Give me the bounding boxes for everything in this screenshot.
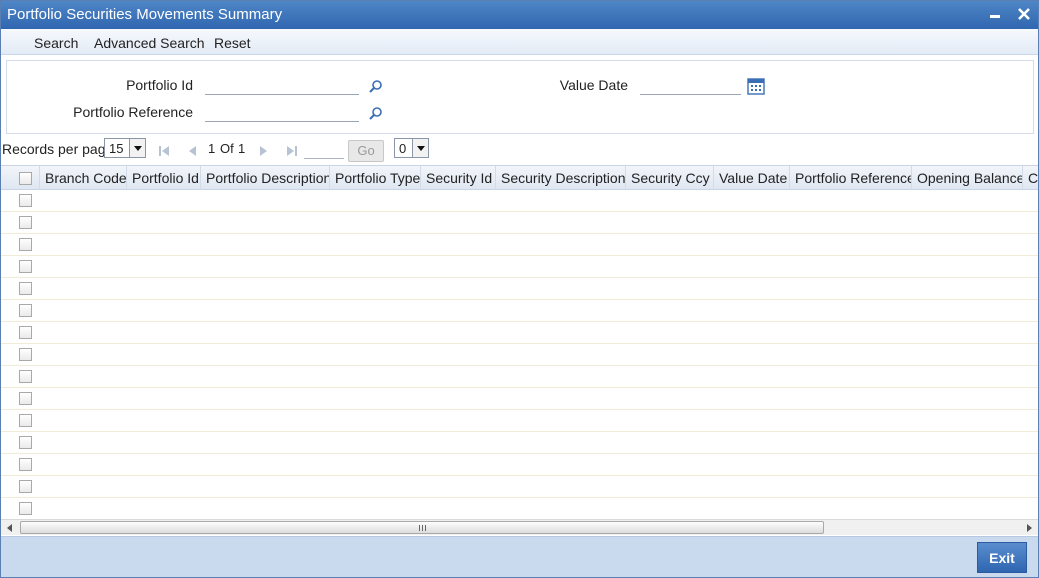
results-grid: Branch Code Portfolio Id Portfolio Descr… bbox=[1, 165, 1038, 519]
of-label: Of bbox=[220, 141, 234, 156]
table-row[interactable] bbox=[1, 322, 1038, 344]
table-row[interactable] bbox=[1, 278, 1038, 300]
grip-icon bbox=[419, 524, 426, 534]
table-row[interactable] bbox=[1, 454, 1038, 476]
row-checkbox[interactable] bbox=[19, 260, 32, 273]
row-checkbox[interactable] bbox=[19, 480, 32, 493]
portfolio-id-input[interactable] bbox=[205, 75, 359, 95]
records-per-page-value: 15 bbox=[109, 141, 124, 156]
chevron-down-icon bbox=[412, 139, 428, 157]
row-checkbox[interactable] bbox=[19, 502, 32, 515]
row-checkbox[interactable] bbox=[19, 238, 32, 251]
close-icon[interactable] bbox=[1014, 4, 1034, 24]
row-checkbox[interactable] bbox=[19, 348, 32, 361]
window-title: Portfolio Securities Movements Summary bbox=[7, 6, 283, 23]
row-checkbox[interactable] bbox=[19, 282, 32, 295]
go-button[interactable]: Go bbox=[348, 140, 384, 162]
summary-window: Portfolio Securities Movements Summary S… bbox=[0, 0, 1039, 578]
value-date-label: Value Date bbox=[559, 77, 628, 93]
row-checkbox[interactable] bbox=[19, 458, 32, 471]
table-row[interactable] bbox=[1, 300, 1038, 322]
portfolio-reference-lookup-icon[interactable] bbox=[368, 106, 384, 122]
records-per-page-label: Records per page bbox=[2, 141, 114, 157]
records-per-page-select[interactable]: 15 bbox=[104, 138, 146, 158]
first-page-icon[interactable] bbox=[157, 144, 171, 156]
table-row[interactable] bbox=[1, 190, 1038, 212]
table-row[interactable] bbox=[1, 234, 1038, 256]
portfolio-id-label: Portfolio Id bbox=[126, 77, 193, 93]
total-pages: 1 bbox=[238, 141, 246, 156]
search-criteria-panel: Portfolio Id Portfolio Reference Value D… bbox=[6, 60, 1034, 134]
next-page-icon[interactable] bbox=[257, 144, 271, 156]
calendar-icon[interactable] bbox=[747, 77, 765, 95]
select-all-checkbox[interactable] bbox=[19, 172, 32, 185]
last-page-icon[interactable] bbox=[285, 144, 299, 156]
column-header[interactable]: Portfolio Type bbox=[330, 166, 421, 190]
row-checkbox[interactable] bbox=[19, 414, 32, 427]
previous-page-icon[interactable] bbox=[185, 144, 199, 156]
portfolio-id-lookup-icon[interactable] bbox=[368, 79, 384, 95]
column-header[interactable]: Security Ccy bbox=[626, 166, 714, 190]
row-checkbox[interactable] bbox=[19, 436, 32, 449]
pagination-bar: Records per page 15 1 Of 1 Go 0 bbox=[1, 137, 1038, 163]
column-header[interactable]: C bbox=[1023, 166, 1038, 190]
portfolio-reference-label: Portfolio Reference bbox=[73, 104, 193, 120]
column-header[interactable]: Portfolio Reference bbox=[790, 166, 912, 190]
column-header[interactable]: Value Date bbox=[714, 166, 790, 190]
table-row[interactable] bbox=[1, 256, 1038, 278]
portfolio-reference-input[interactable] bbox=[205, 102, 359, 122]
row-checkbox[interactable] bbox=[19, 326, 32, 339]
table-row[interactable] bbox=[1, 410, 1038, 432]
row-checkbox[interactable] bbox=[19, 194, 32, 207]
table-row[interactable] bbox=[1, 388, 1038, 410]
row-checkbox[interactable] bbox=[19, 304, 32, 317]
column-header[interactable]: Portfolio Id bbox=[127, 166, 201, 190]
current-page: 1 bbox=[208, 141, 216, 156]
column-header[interactable]: Opening Balance bbox=[912, 166, 1023, 190]
column-header[interactable]: Branch Code bbox=[40, 166, 127, 190]
chevron-down-icon bbox=[129, 139, 145, 157]
title-bar: Portfolio Securities Movements Summary bbox=[1, 1, 1038, 29]
minimize-icon[interactable] bbox=[985, 4, 1005, 24]
select-all-cell bbox=[1, 166, 40, 190]
row-checkbox[interactable] bbox=[19, 392, 32, 405]
horizontal-scrollbar[interactable] bbox=[1, 519, 1038, 535]
row-checkbox[interactable] bbox=[19, 216, 32, 229]
table-row[interactable] bbox=[1, 344, 1038, 366]
advanced-search-button[interactable]: Advanced Search bbox=[94, 35, 205, 51]
scrollbar-thumb[interactable] bbox=[20, 521, 824, 534]
jump-select[interactable]: 0 bbox=[394, 138, 429, 158]
reset-button[interactable]: Reset bbox=[214, 35, 251, 51]
goto-page-input[interactable] bbox=[304, 141, 344, 159]
table-row[interactable] bbox=[1, 476, 1038, 498]
table-row[interactable] bbox=[1, 432, 1038, 454]
table-row[interactable] bbox=[1, 212, 1038, 234]
column-header[interactable]: Portfolio Description bbox=[201, 166, 330, 190]
value-date-input[interactable] bbox=[640, 75, 741, 95]
search-button[interactable]: Search bbox=[34, 35, 78, 51]
footer-bar: Exit bbox=[1, 536, 1038, 577]
scroll-left-icon[interactable] bbox=[7, 524, 12, 532]
toolbar: Search Advanced Search Reset bbox=[1, 29, 1038, 55]
exit-button[interactable]: Exit bbox=[977, 542, 1027, 573]
jump-value: 0 bbox=[399, 141, 407, 156]
row-checkbox[interactable] bbox=[19, 370, 32, 383]
table-row[interactable] bbox=[1, 366, 1038, 388]
grid-header: Branch Code Portfolio Id Portfolio Descr… bbox=[1, 165, 1038, 190]
column-header[interactable]: Security Description bbox=[496, 166, 626, 190]
scroll-right-icon[interactable] bbox=[1027, 524, 1032, 532]
table-row[interactable] bbox=[1, 498, 1038, 519]
column-header[interactable]: Security Id bbox=[421, 166, 496, 190]
